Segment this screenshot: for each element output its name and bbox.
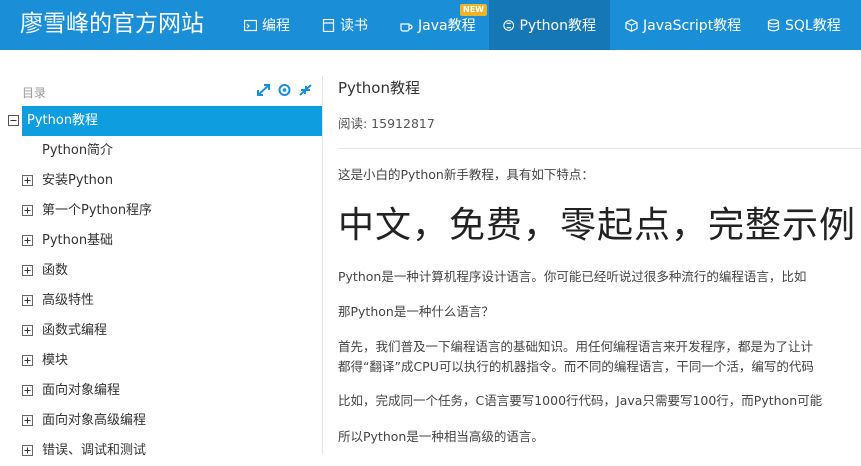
expand-toggle-icon[interactable] — [22, 445, 33, 456]
paragraph: 都得“翻译”成CPU可以执行的机器指令。而不同的编程语言，干同一个活，编写的代码 — [338, 359, 814, 374]
toc-item-functions[interactable]: 函数 — [0, 256, 322, 286]
sidebar-divider — [322, 76, 323, 454]
expand-toggle-icon[interactable] — [22, 295, 33, 306]
book-icon — [322, 18, 335, 32]
intro-paragraph: 这是小白的Python新手教程，具有如下特点： — [338, 167, 594, 182]
new-badge: NEW — [460, 4, 487, 16]
collapse-toggle-icon[interactable] — [8, 115, 19, 126]
toc-item-label: 模块 — [42, 353, 69, 368]
toc-item-label: 函数 — [42, 263, 69, 278]
read-count: 阅读: 15912817 — [338, 116, 435, 131]
toc-item-label: 高级特性 — [42, 293, 95, 308]
toc-tools — [255, 82, 314, 98]
nav-item-label: Python教程 — [519, 18, 596, 34]
cube-icon — [625, 18, 638, 32]
toc-item-errors-debugging[interactable]: 错误、调试和测试 — [0, 436, 322, 466]
nav-item-python[interactable]: Python教程 — [489, 0, 610, 50]
toc-item-python-intro[interactable]: Python简介 — [0, 136, 322, 166]
expand-toggle-icon[interactable] — [22, 175, 33, 186]
page-title: Python教程 — [338, 79, 420, 97]
coffee-cup-icon — [400, 22, 413, 32]
site-brand[interactable]: 廖雪峰的官方网站 — [20, 8, 204, 40]
locate-icon[interactable] — [276, 82, 293, 98]
paragraph: 首先，我们普及一下编程语言的基础知识。用任何编程语言来开发程序，都是为了让计 — [338, 339, 814, 354]
toc-header: 目录 — [22, 82, 314, 100]
nav-item-label: JavaScript教程 — [643, 18, 742, 34]
paragraph: 所以Python是一种相当高级的语言。 — [338, 429, 544, 444]
expand-toggle-icon[interactable] — [22, 415, 33, 426]
toc-item-advanced-oop[interactable]: 面向对象高级编程 — [0, 406, 322, 436]
toc-item-label: 面向对象高级编程 — [42, 413, 147, 428]
paragraph: 比如，完成同一个任务，C语言要写1000行代码，Java只需要写100行，而Py… — [338, 393, 823, 408]
toc-item-label: Python简介 — [42, 143, 114, 158]
feature-headline: 中文，免费，零起点，完整示例， — [338, 205, 861, 246]
expand-toggle-icon[interactable] — [22, 355, 33, 366]
toc-item-label: 函数式编程 — [42, 323, 108, 338]
expand-toggle-icon[interactable] — [22, 205, 33, 216]
toc-list: Python教程 Python简介 安装Python 第一个Python程序 P… — [0, 106, 322, 466]
nav-item-label: 编程 — [262, 18, 290, 34]
paragraph: 那Python是一种什么语言？ — [338, 304, 494, 319]
collapse-icon[interactable] — [297, 82, 314, 98]
toc-item-oop[interactable]: 面向对象编程 — [0, 376, 322, 406]
toc-item-install-python[interactable]: 安装Python — [0, 166, 322, 196]
paragraph: Python是一种计算机程序设计语言。你可能已经听说过很多种流行的编程语言，比如 — [338, 269, 807, 284]
nav-item-label: SQL教程 — [785, 18, 841, 34]
toc-item-label: 第一个Python程序 — [42, 203, 153, 218]
nav-item-label: Java教程 — [418, 18, 476, 34]
toc-item-first-program[interactable]: 第一个Python程序 — [0, 196, 322, 226]
expand-toggle-icon[interactable] — [22, 235, 33, 246]
toc-item-python-basics[interactable]: Python基础 — [0, 226, 322, 256]
expand-toggle-icon[interactable] — [22, 325, 33, 336]
nav-item-sql[interactable]: SQL教程 — [753, 0, 855, 50]
top-navigation-bar: 廖雪峰的官方网站 编程 读书 Java教程 NEW Python教程 JavaS… — [0, 0, 861, 50]
toc-item-advanced-features[interactable]: 高级特性 — [0, 286, 322, 316]
toc-item-python-tutorial[interactable]: Python教程 — [8, 106, 322, 136]
toc-sidebar: 目录 Python教程 Python简介 安装Python 第一个Python程… — [0, 76, 322, 458]
nav-item-javascript[interactable]: JavaScript教程 — [611, 0, 755, 50]
toc-item-modules[interactable]: 模块 — [0, 346, 322, 376]
nav-item-books[interactable]: 读书 — [308, 0, 382, 50]
content-divider — [338, 148, 861, 149]
expand-toggle-icon[interactable] — [22, 385, 33, 396]
nav-item-programming[interactable]: 编程 — [230, 0, 304, 50]
code-icon — [244, 19, 257, 31]
toc-item-label: 错误、调试和测试 — [42, 443, 147, 458]
toc-item-label: 面向对象编程 — [42, 383, 121, 398]
toc-item-label: Python教程 — [27, 113, 99, 128]
python-icon — [503, 19, 515, 31]
toc-title: 目录 — [22, 86, 47, 100]
expand-toggle-icon[interactable] — [22, 265, 33, 276]
main-content: Python教程 阅读: 15912817 这是小白的Python新手教程，具有… — [338, 76, 861, 454]
database-icon — [767, 18, 780, 31]
toc-item-functional-programming[interactable]: 函数式编程 — [0, 316, 322, 346]
nav-item-label: 读书 — [340, 18, 368, 34]
toc-item-label: Python基础 — [42, 233, 114, 248]
expand-icon[interactable] — [255, 82, 272, 98]
toc-item-label: 安装Python — [42, 173, 114, 188]
nav-item-java[interactable]: Java教程 NEW — [386, 0, 490, 50]
